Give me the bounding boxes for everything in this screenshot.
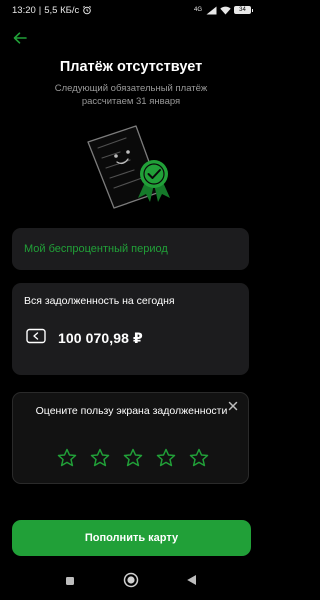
document-badge-illustration [76, 118, 186, 214]
status-speed: 5,5 КБ/с [44, 4, 80, 16]
star-3-button[interactable] [122, 448, 144, 472]
rating-card: Оцените пользу экрана задолженности [12, 392, 249, 484]
status-time: 13:20 [12, 4, 36, 16]
rating-stars [56, 448, 210, 472]
wifi-icon [220, 6, 231, 15]
alarm-icon [82, 5, 92, 15]
nav-back-icon [186, 573, 197, 591]
star-5-button[interactable] [188, 448, 210, 472]
star-icon [123, 448, 143, 472]
nav-square-icon [65, 573, 75, 591]
page-title: Платёж отсутствует [59, 59, 203, 75]
page-subtitle: Следующий обязательный платёж рассчитаем… [54, 83, 208, 107]
star-1-button[interactable] [56, 448, 78, 472]
nav-recents-button[interactable] [62, 574, 78, 590]
star-icon [57, 448, 77, 472]
topup-card-button[interactable]: Пополнить карту [12, 520, 251, 556]
debt-amount-row: 100 070,98 ₽ [26, 328, 143, 349]
status-separator: | [38, 4, 42, 16]
nav-back-button[interactable] [183, 574, 199, 590]
back-button[interactable] [9, 29, 31, 51]
status-bar: 13:20 | 5,5 КБ/с 4G 34 [0, 0, 262, 20]
nav-home-button[interactable] [123, 572, 139, 593]
star-icon [189, 448, 209, 472]
interest-free-period-card[interactable]: Мой беспроцентный период [12, 228, 249, 270]
debt-amount: 100 070,98 ₽ [58, 330, 143, 346]
rating-question: Оцените пользу экрана задолженности [35, 405, 228, 417]
card-icon [26, 328, 46, 349]
back-arrow-icon [13, 31, 27, 49]
star-icon [90, 448, 110, 472]
system-navigation-bar [0, 566, 262, 600]
debt-title: Вся задолженность на сегодня [24, 295, 175, 307]
nav-circle-icon [123, 572, 139, 593]
battery-icon: 34 [234, 6, 253, 14]
period-label: Мой беспроцентный период [24, 243, 168, 255]
star-2-button[interactable] [89, 448, 111, 472]
status-left: 13:20 | 5,5 КБ/с [12, 5, 92, 16]
signal-icon [206, 6, 217, 15]
network-type: 4G [193, 7, 202, 13]
star-4-button[interactable] [155, 448, 177, 472]
star-icon [156, 448, 176, 472]
total-debt-card: Вся задолженность на сегодня 100 070,98 … [12, 283, 249, 375]
status-right: 4G 34 [193, 6, 253, 15]
